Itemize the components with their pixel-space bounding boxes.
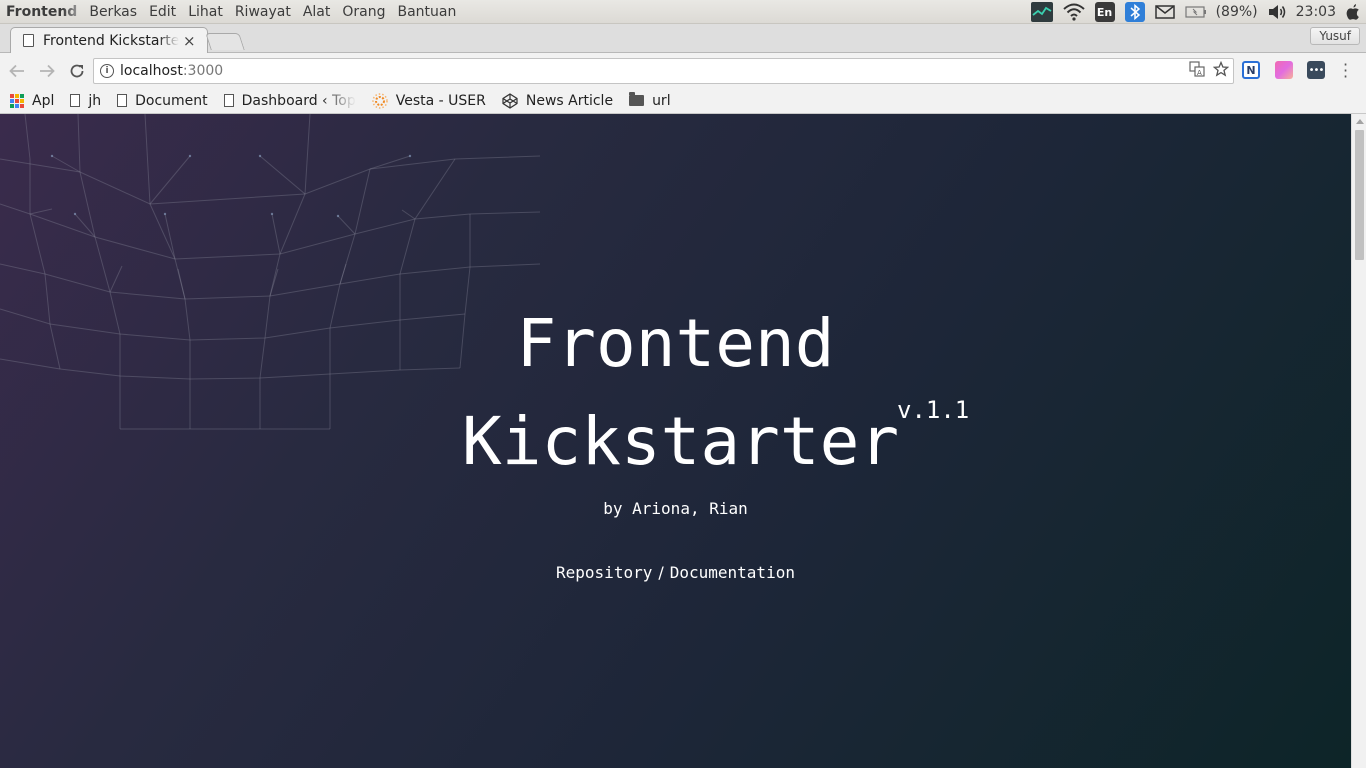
battery-icon[interactable] bbox=[1184, 0, 1207, 24]
dots-extension-icon[interactable]: ••• bbox=[1307, 61, 1325, 79]
bookmarks-bar: Apl jh Document Dashboard ‹ Top Vesta - … bbox=[0, 88, 1366, 114]
tab-title: Frontend Kickstarter bbox=[43, 32, 179, 49]
system-monitor-icon[interactable] bbox=[1030, 0, 1053, 24]
scroll-up-arrow-icon[interactable] bbox=[1356, 119, 1364, 124]
tab-frontend-kickstarter[interactable]: Frontend Kickstarter × bbox=[10, 27, 208, 53]
wifi-icon[interactable] bbox=[1062, 0, 1085, 24]
bookmark-label: News Article bbox=[525, 92, 614, 109]
bookmark-url-folder[interactable]: url bbox=[629, 92, 671, 109]
browser-menu-icon[interactable]: · · · bbox=[1343, 57, 1348, 85]
translate-icon[interactable]: A bbox=[1189, 61, 1205, 81]
profile-button[interactable]: Yusuf bbox=[1310, 27, 1360, 45]
info-icon[interactable]: i bbox=[100, 64, 114, 78]
documentation-link[interactable]: Documentation bbox=[670, 563, 795, 582]
version-label: v.1.1 bbox=[897, 396, 970, 424]
url-port: :3000 bbox=[182, 63, 224, 79]
arrow-left-icon bbox=[9, 64, 24, 77]
menu-bantuan[interactable]: Bantuan bbox=[392, 4, 463, 20]
close-tab-icon[interactable]: × bbox=[183, 32, 196, 50]
bookmark-jh[interactable]: jh bbox=[70, 93, 101, 109]
bookmark-label: Document bbox=[135, 92, 208, 109]
hero-title-kickstarter: Kickstarter bbox=[462, 403, 900, 480]
page-icon bbox=[223, 94, 234, 107]
authors-line: by Ariona, Rian bbox=[603, 499, 748, 518]
gradient-extension-icon[interactable] bbox=[1275, 61, 1293, 79]
back-button[interactable] bbox=[4, 58, 30, 84]
repository-link[interactable]: Repository bbox=[556, 563, 652, 582]
address-bar[interactable]: i localhost:3000 A bbox=[93, 58, 1234, 84]
browser-toolbar: i localhost:3000 A N ••• · · · bbox=[0, 53, 1366, 88]
svg-text:A: A bbox=[1197, 69, 1202, 77]
forward-button[interactable] bbox=[34, 58, 60, 84]
scrollbar-thumb[interactable] bbox=[1355, 130, 1364, 260]
menu-alat[interactable]: Alat bbox=[297, 4, 337, 20]
vertical-scrollbar[interactable] bbox=[1351, 114, 1366, 768]
hero-section: Frontend Kickstarter v.1.1 by Ariona, Ri… bbox=[0, 114, 1351, 768]
apple-icon[interactable] bbox=[1345, 0, 1361, 24]
menu-lihat[interactable]: Lihat bbox=[182, 4, 229, 20]
volume-icon[interactable] bbox=[1267, 0, 1287, 24]
bluetooth-icon[interactable] bbox=[1124, 0, 1145, 24]
sun-icon bbox=[371, 92, 388, 109]
tab-strip: Frontend Kickstarter × Yusuf bbox=[0, 24, 1366, 53]
keyboard-layout-indicator[interactable]: En bbox=[1094, 0, 1115, 24]
star-icon[interactable] bbox=[1212, 60, 1230, 81]
bookmark-label: Dashboard ‹ Top bbox=[241, 92, 356, 109]
reload-button[interactable] bbox=[64, 58, 90, 84]
bookmark-label: url bbox=[652, 92, 671, 109]
page-icon bbox=[70, 94, 81, 107]
system-top-bar: Frontend Berkas Edit Lihat Riwayat Alat … bbox=[0, 0, 1366, 24]
codepen-icon bbox=[502, 92, 518, 109]
page-viewport: Frontend Kickstarter v.1.1 by Ariona, Ri… bbox=[0, 114, 1351, 768]
bookmark-label: jh bbox=[88, 92, 102, 109]
menu-edit[interactable]: Edit bbox=[143, 4, 182, 20]
menu-riwayat[interactable]: Riwayat bbox=[229, 4, 297, 20]
battery-percentage: (89%) bbox=[1215, 4, 1258, 20]
reload-icon bbox=[70, 64, 84, 77]
page-icon bbox=[117, 94, 128, 107]
bookmark-dashboard[interactable]: Dashboard ‹ Top bbox=[223, 92, 356, 109]
menu-orang[interactable]: Orang bbox=[336, 4, 391, 20]
bookmark-label: Apl bbox=[32, 92, 55, 109]
page-icon bbox=[23, 34, 34, 47]
mail-icon[interactable] bbox=[1154, 0, 1175, 24]
clock[interactable]: 23:03 bbox=[1296, 4, 1336, 20]
hero-title-frontend: Frontend bbox=[516, 305, 835, 382]
bookmark-news-article[interactable]: News Article bbox=[502, 93, 613, 109]
hero-links: Repository / Documentation bbox=[0, 563, 1351, 582]
apps-grid-icon bbox=[10, 93, 24, 108]
new-tab-button[interactable] bbox=[205, 33, 245, 50]
link-separator: / bbox=[658, 563, 664, 582]
bookmark-vesta-user[interactable]: Vesta - USER bbox=[371, 92, 486, 109]
bookmark-apl[interactable]: Apl bbox=[10, 93, 54, 109]
arrow-right-icon bbox=[40, 64, 55, 77]
url-host: localhost bbox=[120, 63, 183, 79]
n-extension-icon[interactable]: N bbox=[1242, 61, 1260, 79]
keyboard-layout-label: En bbox=[1094, 2, 1115, 22]
app-name: Frontend bbox=[0, 4, 83, 20]
folder-icon bbox=[629, 92, 645, 106]
bookmark-document[interactable]: Document bbox=[117, 93, 208, 109]
bookmark-label: Vesta - USER bbox=[395, 92, 486, 109]
menu-berkas[interactable]: Berkas bbox=[83, 4, 143, 20]
